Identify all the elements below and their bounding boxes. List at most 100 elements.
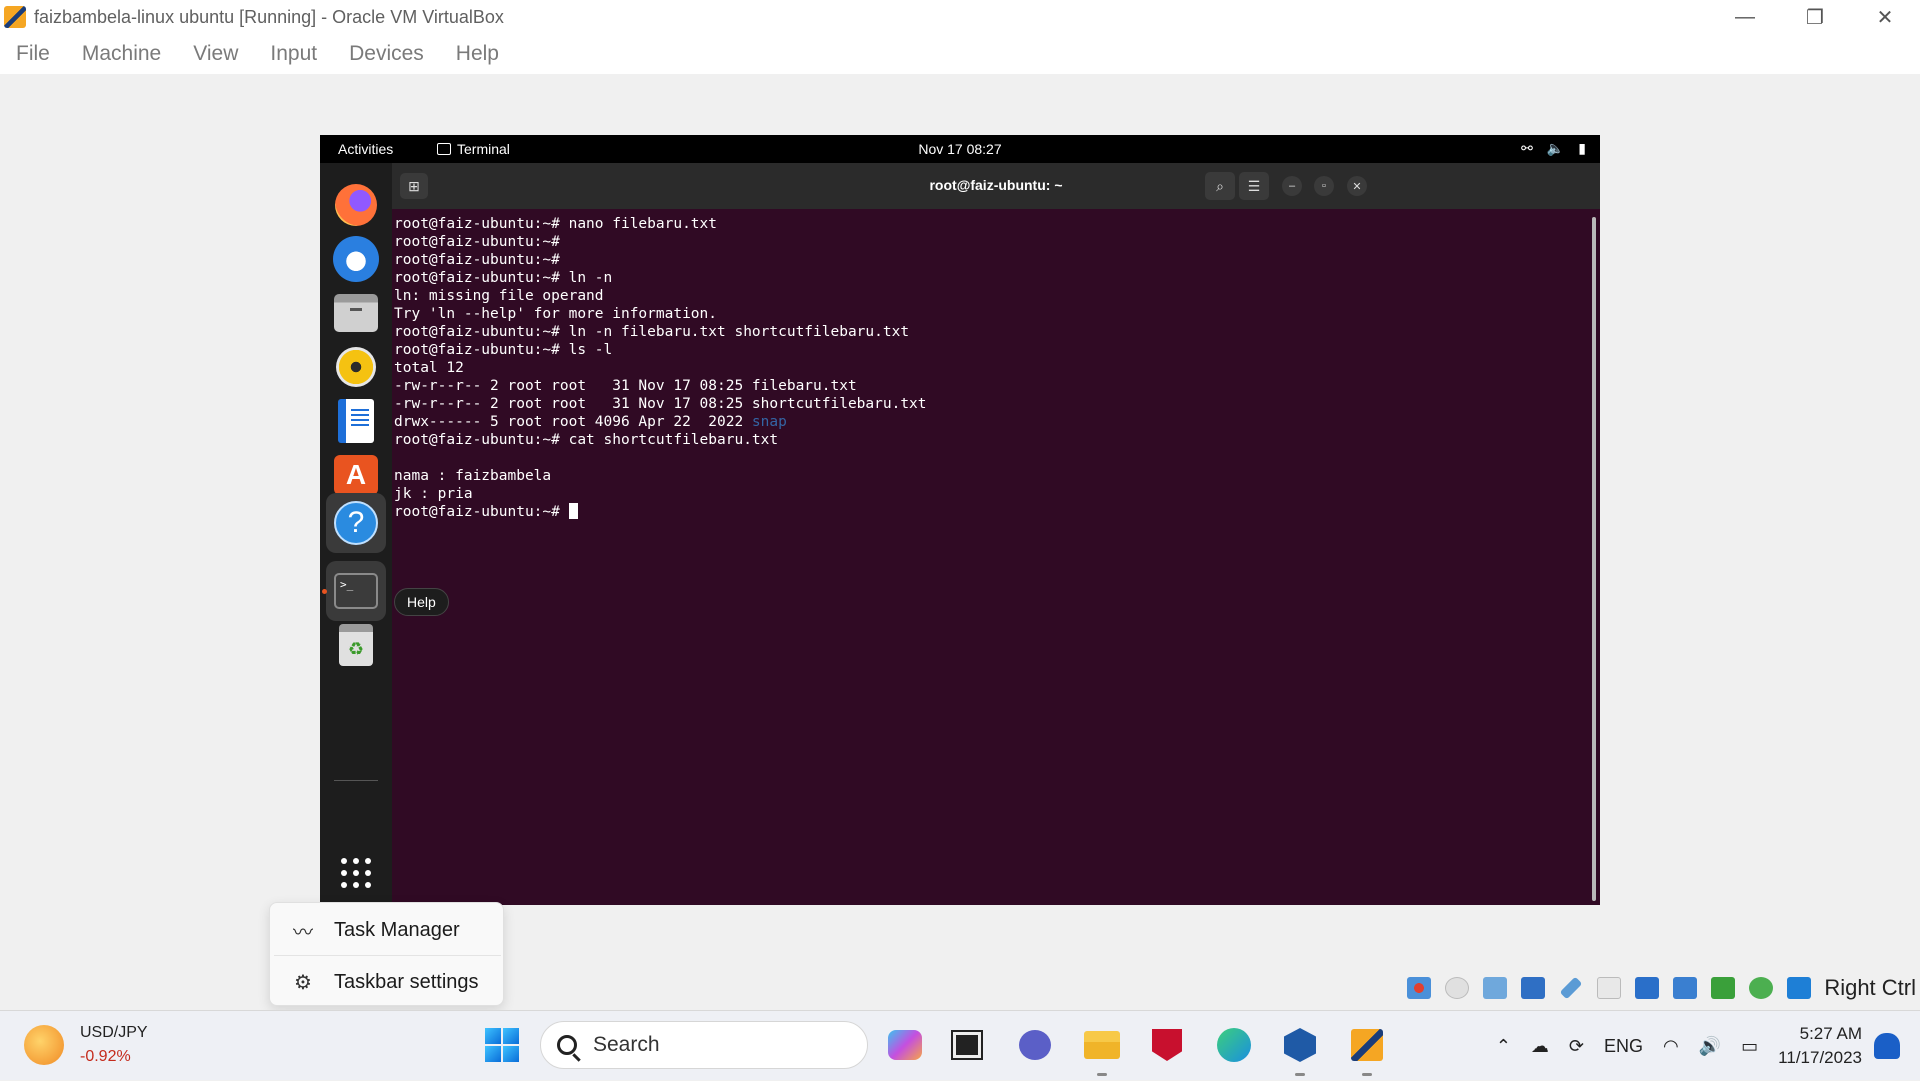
widgets-button[interactable]: USD/JPY -0.92%	[24, 1021, 148, 1069]
vbox-menubar: File Machine View Input Devices Help	[0, 34, 1920, 74]
battery-icon[interactable]: ▭	[1741, 1036, 1758, 1057]
terminal-window[interactable]: ⊞ root@faiz-ubuntu: ~ ⌕ ☰ – ▫ ✕ root@fai…	[392, 163, 1600, 905]
taskbar-search[interactable]: Search	[540, 1021, 868, 1069]
copilot-button[interactable]	[883, 1023, 927, 1067]
terminal-minimize-button[interactable]: –	[1282, 176, 1302, 196]
menu-machine[interactable]: Machine	[82, 42, 161, 66]
show-apps-icon	[341, 858, 371, 888]
terminal-scrollbar[interactable]	[1592, 217, 1596, 901]
hamburger-menu-button[interactable]: ☰	[1239, 172, 1269, 200]
language-indicator[interactable]: ENG	[1604, 1036, 1643, 1057]
teams-button[interactable]	[1013, 1023, 1057, 1067]
restore-button[interactable]: ❐	[1780, 0, 1850, 34]
help-icon: ?	[334, 501, 378, 545]
speaker-icon[interactable]: 🔊	[1699, 1036, 1721, 1057]
task-view-icon	[951, 1030, 983, 1060]
taskbar-settings-item[interactable]: ⚙ Taskbar settings	[270, 959, 505, 1005]
clock[interactable]: Nov 17 08:27	[320, 141, 1600, 157]
cpu-status[interactable]	[1706, 973, 1740, 1003]
wifi-icon[interactable]: ◠	[1663, 1036, 1679, 1057]
files-icon	[334, 294, 378, 332]
usb-icon	[1559, 976, 1583, 1000]
dock-thunderbird[interactable]	[326, 229, 386, 289]
vbox-statusbar: Right Ctrl	[1402, 970, 1920, 1006]
mcafee-button[interactable]	[1145, 1023, 1189, 1067]
host-key-label[interactable]: Right Ctrl	[1824, 975, 1916, 1001]
onedrive-icon[interactable]: ☁	[1531, 1036, 1549, 1057]
trash-icon: ♻	[339, 624, 373, 666]
taskbar-settings-label: Taskbar settings	[334, 970, 479, 993]
menu-view[interactable]: View	[193, 42, 238, 66]
optical-drive-status[interactable]	[1440, 973, 1474, 1003]
clock-time: 5:27 AM	[1799, 1024, 1862, 1043]
dock-files[interactable]	[326, 283, 386, 343]
show-hidden-icons-button[interactable]: ⌃	[1496, 1036, 1511, 1057]
search-button[interactable]: ⌕	[1205, 172, 1235, 200]
hard-disk-status[interactable]	[1402, 973, 1436, 1003]
start-button[interactable]	[480, 1023, 524, 1067]
usb-status[interactable]	[1554, 973, 1588, 1003]
terminal-title: root@faiz-ubuntu: ~	[929, 177, 1063, 193]
show-apps-button[interactable]	[326, 843, 386, 903]
terminal-line: ln: missing file operand	[394, 288, 604, 304]
dock-help[interactable]: ?	[326, 493, 386, 553]
shared-folder-icon	[1597, 977, 1622, 999]
windows-logo-icon	[485, 1028, 519, 1062]
dock-firefox[interactable]	[326, 175, 386, 235]
terminal-line: root@faiz-ubuntu:~# nano filebaru.txt	[394, 216, 718, 232]
network-status[interactable]	[1516, 973, 1550, 1003]
rhythmbox-icon	[336, 347, 376, 387]
dock-tooltip: Help	[394, 588, 449, 616]
terminal-close-button[interactable]: ✕	[1347, 176, 1367, 196]
dock-terminal[interactable]: >_	[326, 561, 386, 621]
audio-status[interactable]	[1478, 973, 1512, 1003]
terminal-headerbar: ⊞ root@faiz-ubuntu: ~ ⌕ ☰ – ▫ ✕	[392, 163, 1600, 209]
display-status[interactable]	[1630, 973, 1664, 1003]
terminal-line: Try 'ln --help' for more information.	[394, 306, 718, 322]
menu-devices[interactable]: Devices	[349, 42, 424, 66]
thunderbird-icon	[333, 236, 379, 282]
mcafee-icon	[1152, 1029, 1182, 1061]
task-manager-item[interactable]: 〰 Task Manager	[270, 907, 505, 953]
window-controls: — ❐ ✕	[1710, 0, 1920, 34]
terminal-line: total 12	[394, 360, 464, 376]
virtualbox-button[interactable]	[1278, 1023, 1322, 1067]
terminal-maximize-button[interactable]: ▫	[1314, 176, 1334, 196]
menu-file[interactable]: File	[16, 42, 50, 66]
dock-trash[interactable]: ♻	[326, 615, 386, 675]
taskbar-clock[interactable]: 5:27 AM 11/17/2023	[1778, 1022, 1862, 1070]
battery-icon: ▮	[1578, 140, 1586, 156]
network-adapter-icon	[1521, 977, 1546, 999]
dock-rhythmbox[interactable]	[326, 337, 386, 397]
ticker-name: USD/JPY	[80, 1024, 148, 1041]
terminal-line: root@faiz-ubuntu:~# ln -n filebaru.txt s…	[394, 324, 910, 340]
menu-help[interactable]: Help	[456, 42, 499, 66]
terminal-output[interactable]: root@faiz-ubuntu:~# nano filebaru.txt ro…	[394, 209, 1574, 899]
guest-screen[interactable]: Activities Terminal Nov 17 08:27 ⚯ 🔈 ▮ A…	[320, 135, 1600, 905]
task-manager-label: Task Manager	[334, 918, 460, 941]
ubuntu-dock: A ? >_ ♻	[320, 163, 392, 905]
dock-libreoffice-writer[interactable]	[326, 391, 386, 451]
task-view-button[interactable]	[945, 1023, 989, 1067]
mouse-integration-status[interactable]	[1744, 973, 1778, 1003]
shared-folders-status[interactable]	[1592, 973, 1626, 1003]
keyboard-capture-status[interactable]	[1782, 973, 1816, 1003]
notification-bell-icon[interactable]	[1874, 1033, 1900, 1059]
file-explorer-button[interactable]	[1080, 1023, 1124, 1067]
chat-icon	[1019, 1030, 1051, 1060]
recording-status[interactable]	[1668, 973, 1702, 1003]
maximize-icon: ▫	[1322, 180, 1326, 192]
menu-separator	[274, 955, 501, 956]
mouse-integration-icon	[1749, 977, 1774, 999]
text-cursor	[568, 503, 578, 519]
system-tray[interactable]: ⚯ 🔈 ▮	[1521, 140, 1586, 157]
sync-icon[interactable]: ⟳	[1569, 1036, 1584, 1057]
clock-date: 11/17/2023	[1778, 1048, 1862, 1067]
edge-button[interactable]	[1212, 1023, 1256, 1067]
close-button[interactable]: ✕	[1850, 0, 1920, 34]
search-icon	[557, 1035, 577, 1055]
vm-window-button[interactable]	[1345, 1023, 1389, 1067]
minimize-button[interactable]: —	[1710, 0, 1780, 34]
menu-input[interactable]: Input	[270, 42, 317, 66]
